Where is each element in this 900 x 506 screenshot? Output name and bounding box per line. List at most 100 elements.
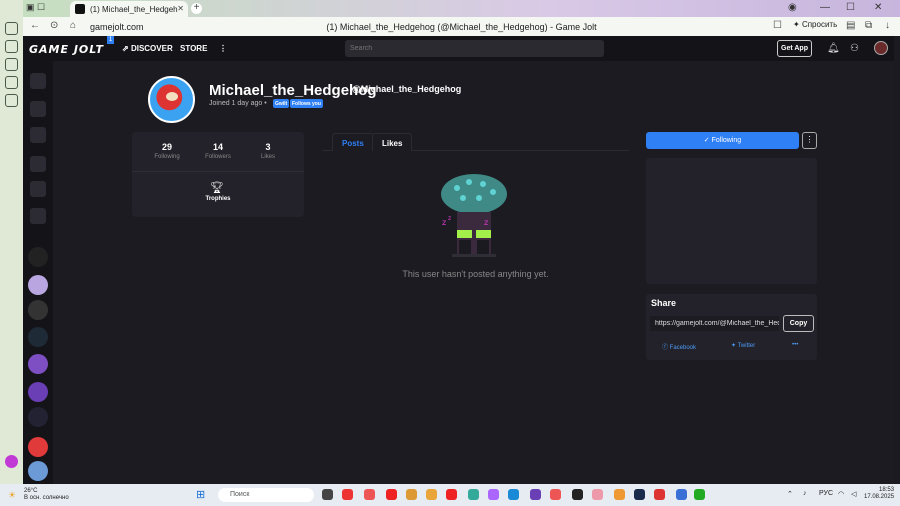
app-icon[interactable] (550, 489, 561, 500)
powerpoint-icon[interactable] (654, 489, 665, 500)
backpack-icon[interactable] (30, 127, 46, 143)
following-label: Following (711, 137, 742, 144)
logo-badge: 1 (107, 36, 114, 44)
page-scrollbar[interactable] (894, 36, 900, 484)
opera-icon[interactable] (446, 489, 457, 500)
community-avatar[interactable] (28, 327, 48, 347)
get-app-button[interactable]: Get App (777, 40, 812, 57)
tab-likes[interactable]: Likes (372, 133, 413, 151)
activity-icon[interactable] (30, 73, 46, 89)
close-window-icon[interactable]: ✕ (874, 2, 882, 13)
task-view-icon[interactable] (322, 489, 333, 500)
app-icon[interactable] (364, 489, 375, 500)
tab-posts[interactable]: Posts (332, 133, 374, 151)
app-icon[interactable] (592, 489, 603, 500)
photoshop-icon[interactable] (634, 489, 645, 500)
copy-button[interactable]: Copy (783, 315, 814, 332)
bookmark-icon[interactable]: ☐ (773, 20, 782, 31)
tray-expand-icon[interactable]: ⌃ (787, 490, 793, 498)
trophy-icon[interactable]: 🏆︎ (210, 181, 224, 194)
volume-icon[interactable]: ◁ (851, 490, 856, 498)
app-icon[interactable] (572, 489, 583, 500)
follows-you-badge: Follows you (290, 99, 323, 108)
mic-icon[interactable]: ♪ (803, 490, 807, 497)
share-card: Share Copy ⓕ Facebook ✦ Twitter ••• (646, 294, 817, 360)
yandex-icon[interactable] (342, 489, 353, 500)
community-avatar[interactable] (28, 461, 48, 481)
stat-followers[interactable]: 14 Followers (193, 142, 243, 160)
new-tab-icon[interactable]: + (191, 3, 202, 14)
app-icon[interactable] (406, 489, 417, 500)
community-avatar[interactable] (28, 275, 48, 295)
facebook-share-link[interactable]: ⓕ Facebook (662, 342, 696, 351)
community-avatar[interactable] (28, 382, 48, 402)
site-search-input[interactable] (345, 40, 604, 57)
community-avatar[interactable] (28, 407, 48, 427)
app-icon[interactable] (488, 489, 499, 500)
taskbar-clock[interactable]: 18:53 17.08.2025 (864, 487, 894, 501)
store-icon[interactable] (30, 101, 46, 117)
wifi-icon[interactable]: ◠ (838, 490, 844, 498)
twitter-share-link[interactable]: ✦ Twitter (731, 342, 755, 349)
gamejolt-logo[interactable]: GAME JOLT (29, 43, 104, 56)
gamejolt-favicon-icon (75, 4, 85, 14)
community-avatar[interactable] (28, 354, 48, 374)
assistant-icon[interactable] (5, 455, 18, 468)
zen-icon[interactable] (5, 58, 18, 71)
profile-avatar[interactable] (148, 76, 195, 123)
download-icon[interactable]: ↓ (885, 20, 890, 31)
more-options-button[interactable]: ⋮ (802, 132, 817, 149)
extensions-icon[interactable]: ▤ (846, 20, 855, 31)
edge-icon[interactable] (508, 489, 519, 500)
minimize-icon[interactable]: — (820, 2, 830, 13)
language-indicator[interactable]: РУС (819, 490, 833, 497)
community-avatar[interactable] (28, 247, 48, 267)
collections-bar-icon[interactable]: ⧉ (865, 20, 872, 31)
svg-text:z: z (448, 215, 451, 222)
app-icon[interactable] (530, 489, 541, 500)
notes-icon[interactable] (5, 76, 18, 89)
more-menu-icon[interactable]: ⋮ (219, 44, 227, 53)
more-share-button[interactable]: ••• (792, 342, 798, 348)
close-tab-icon[interactable]: ✕ (177, 4, 184, 13)
community-avatar[interactable] (28, 300, 48, 320)
taskbar-search[interactable]: Поиск (218, 488, 314, 502)
nav-store-link[interactable]: STORE (180, 44, 207, 53)
windows-start-icon[interactable]: ⊞ (196, 488, 205, 501)
stat-value: 14 (212, 142, 223, 152)
following-button[interactable]: ✓ Following (646, 132, 799, 149)
stat-label: Followers (205, 154, 231, 160)
tab-controls-icon[interactable]: ▣ ☐ (26, 2, 45, 13)
weather-icon[interactable]: ☀ (8, 490, 16, 501)
explorer-icon[interactable] (426, 489, 437, 500)
weather-widget[interactable]: 26°C В осн. солнечно (24, 488, 69, 502)
stat-following[interactable]: 29 Following (142, 142, 192, 160)
stat-value: 3 (265, 142, 271, 152)
ask-button[interactable]: ✦ Спросить (793, 20, 837, 29)
bell-icon[interactable]: 🔔︎ (827, 43, 840, 54)
trophy-sidebar-icon[interactable] (30, 156, 46, 172)
share-url-input[interactable] (650, 316, 779, 331)
app-icon[interactable] (468, 489, 479, 500)
history-icon[interactable] (5, 22, 18, 35)
collections-icon[interactable] (5, 94, 18, 107)
friends-icon[interactable]: ⚇ (850, 43, 859, 54)
chat-icon[interactable] (30, 181, 46, 197)
browser-tab[interactable]: (1) Michael_the_Hedgeh ✕ (70, 1, 188, 17)
user-avatar[interactable] (874, 41, 888, 55)
library-icon[interactable] (30, 208, 46, 224)
os-taskbar: ☀ 26°C В осн. солнечно ⊞ Поиск ⌃ ♪ РУС ◠… (0, 484, 900, 506)
profile-icon[interactable]: ◉ (788, 2, 797, 13)
whatsapp-icon[interactable] (694, 489, 705, 500)
stats-divider (132, 171, 304, 172)
maximize-icon[interactable]: ☐ (846, 2, 855, 13)
stat-likes[interactable]: 3 Likes (243, 142, 293, 160)
nav-discover-link[interactable]: ⇗ DISCOVER (122, 44, 173, 53)
discover-label: DISCOVER (130, 44, 173, 53)
blender-icon[interactable] (614, 489, 625, 500)
trophies-label[interactable]: Trophies (132, 196, 304, 202)
play-icon[interactable] (5, 40, 18, 53)
yandex-browser-icon[interactable] (386, 489, 397, 500)
app-icon[interactable] (676, 489, 687, 500)
community-avatar[interactable] (28, 437, 48, 457)
